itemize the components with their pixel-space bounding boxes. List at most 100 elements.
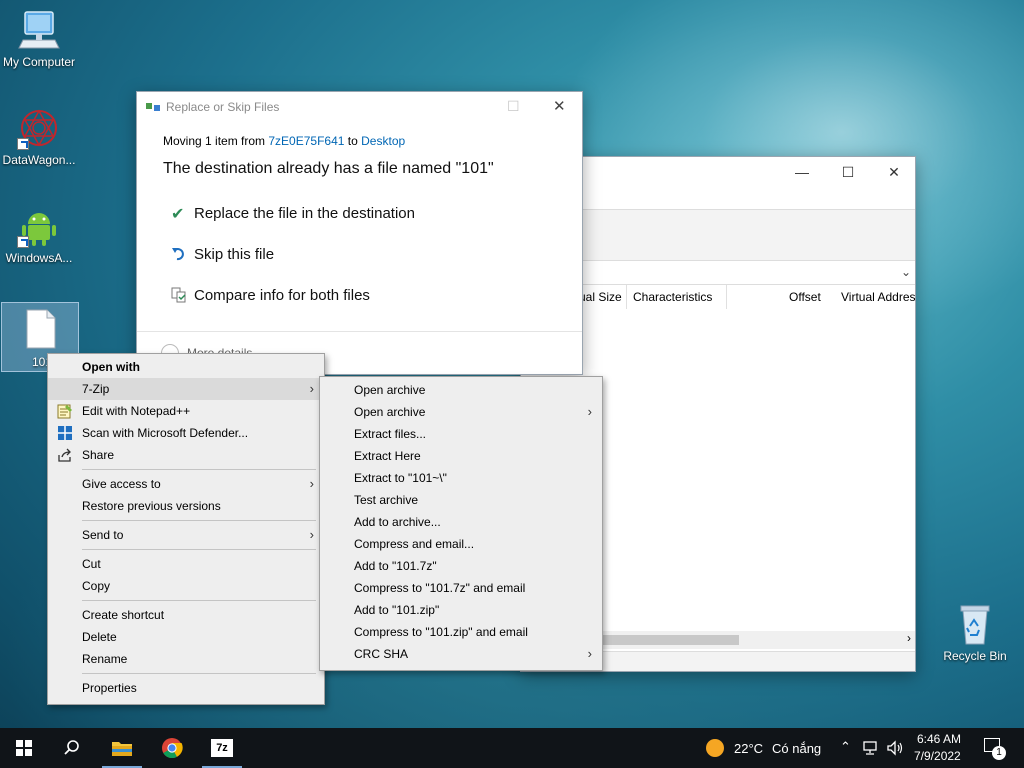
destination-link[interactable]: Desktop [361,134,405,148]
desktop-icon-label: My Computer [2,55,76,69]
chevron-up-icon[interactable]: ⌃ [840,739,851,755]
network-icon[interactable] [862,739,880,757]
submenu-item-compress-email[interactable]: Compress and email... [320,533,602,555]
chevron-right-icon: › [587,404,592,419]
chevron-right-icon: › [309,476,314,491]
7zip-taskbar-button[interactable]: 7z [198,728,246,768]
windows-logo-icon [16,740,32,756]
submenu-item-add-7z[interactable]: Add to "101.7z" [320,555,602,577]
source-link[interactable]: 7zE0E75F641 [268,134,344,148]
menu-item-cut[interactable]: Cut [48,553,324,575]
chevron-right-icon: › [309,381,314,396]
dialog-title: Replace or Skip Files [166,100,280,114]
start-button[interactable] [0,728,48,768]
volume-icon[interactable] [886,739,904,757]
search-button[interactable] [48,728,96,768]
menu-separator [82,469,316,470]
shortcut-arrow-icon [17,138,29,150]
taskbar: 7z 22°C Có nắng ⌃ 6:46 AM 7/9/2022 1 [0,728,1024,768]
folder-icon [112,742,132,756]
menu-separator [82,673,316,674]
notification-count: 1 [992,746,1006,760]
moving-info: Moving 1 item from 7zE0E75F641 to Deskto… [163,134,406,148]
submenu-item-extract-here[interactable]: Extract Here [320,445,602,467]
option-replace[interactable]: ✔ Replace the file in the destination [167,202,557,228]
weather-temp: 22°C [734,741,764,756]
menu-item-create-shortcut[interactable]: Create shortcut [48,604,324,626]
notepad-icon [57,403,73,419]
desktop-icon-windowsa[interactable]: WindowsA... [0,204,78,265]
col-virtual-address[interactable]: Virtual Addres [841,290,915,304]
menu-separator [82,549,316,550]
submenu-item-add-zip[interactable]: Add to "101.zip" [320,599,602,621]
menu-item-rename[interactable]: Rename [48,648,324,670]
option-compare[interactable]: Compare info for both files [167,284,557,310]
dialog-heading: The destination already has a file named… [163,160,494,177]
submenu-item-extract-files[interactable]: Extract files... [320,423,602,445]
menu-item-share[interactable]: Share [48,444,324,466]
submenu-item-crc-sha[interactable]: CRC SHA › [320,643,602,665]
menu-item-copy[interactable]: Copy [48,575,324,597]
menu-item-give-access[interactable]: Give access to › [48,473,324,495]
maximize-button: ☐ [507,98,520,114]
option-label: Compare info for both files [194,287,370,304]
search-icon [64,740,79,755]
desktop-icon-my-computer[interactable]: My Computer [0,8,78,69]
horizontal-scrollbar[interactable]: › [601,631,915,649]
menu-separator [82,600,316,601]
checkmark-icon: ✔ [171,206,185,223]
compare-icon [171,287,187,303]
menu-item-edit-notepad[interactable]: Edit with Notepad++ [48,400,324,422]
file-icon [18,307,62,351]
clock-date[interactable]: 7/9/2022 [914,749,961,763]
desktop-icon-recycle-bin[interactable]: Recycle Bin [936,602,1014,663]
submenu-item-extract-to[interactable]: Extract to "101~\" [320,467,602,489]
defender-icon [57,425,73,441]
datawagon-icon [17,106,61,150]
minimize-button[interactable]: — [779,157,825,187]
submenu-item-open-archive[interactable]: Open archive [320,379,602,401]
context-menu[interactable]: Open with 7-Zip › Edit with Notepad++ Sca… [47,353,325,705]
desktop-icon-datawagon[interactable]: DataWagon... [0,106,78,167]
menu-item-scan-defender[interactable]: Scan with Microsoft Defender... [48,422,324,444]
close-button[interactable]: ✕ [871,157,917,187]
shortcut-arrow-icon [17,236,29,248]
option-label: Replace the file in the destination [194,205,415,222]
notification-button[interactable]: 1 [980,736,1012,762]
sun-icon [706,739,724,757]
submenu-item-compress-zip-email[interactable]: Compress to "101.zip" and email [320,621,602,643]
maximize-button[interactable]: ☐ [825,157,871,187]
close-button[interactable]: ✕ [553,97,566,115]
replace-skip-dialog[interactable]: Replace or Skip Files ☐ ✕ Moving 1 item … [136,91,583,375]
scroll-right-icon[interactable]: › [907,631,911,645]
menu-item-open-with[interactable]: Open with [48,356,324,378]
option-skip[interactable]: Skip this file [167,243,557,269]
menu-item-send-to[interactable]: Send to › [48,524,324,546]
col-divider [626,285,627,309]
weather-widget[interactable]: 22°C Có nắng [704,728,830,768]
scrollbar-thumb[interactable] [601,635,739,645]
chrome-button[interactable] [148,728,196,768]
submenu-item-open-archive-more[interactable]: Open archive › [320,401,602,423]
dialog-titlebar[interactable]: Replace or Skip Files ☐ ✕ [137,92,582,122]
menu-item-delete[interactable]: Delete [48,626,324,648]
col-divider [726,285,727,309]
col-characteristics[interactable]: Characteristics [633,290,712,304]
menu-item-7zip[interactable]: 7-Zip › [48,378,324,400]
chrome-icon [162,738,183,759]
7zip-submenu[interactable]: Open archive Open archive › Extract files… [319,376,603,671]
clock-time[interactable]: 6:46 AM [917,732,961,746]
submenu-item-add-to-archive[interactable]: Add to archive... [320,511,602,533]
submenu-item-test-archive[interactable]: Test archive [320,489,602,511]
file-explorer-button[interactable] [98,728,146,768]
weather-text: Có nắng [772,741,822,756]
menu-item-properties[interactable]: Properties [48,677,324,699]
android-icon [17,204,61,248]
menu-item-restore-versions[interactable]: Restore previous versions [48,495,324,517]
col-virtual-size[interactable]: ual Size [579,290,622,304]
col-offset[interactable]: Offset [789,290,821,304]
submenu-item-compress-7z-email[interactable]: Compress to "101.7z" and email [320,577,602,599]
dialog-app-icon [146,101,160,113]
desktop-icon-label: Recycle Bin [943,649,1007,663]
chevron-down-icon[interactable]: ⌄ [901,265,911,279]
